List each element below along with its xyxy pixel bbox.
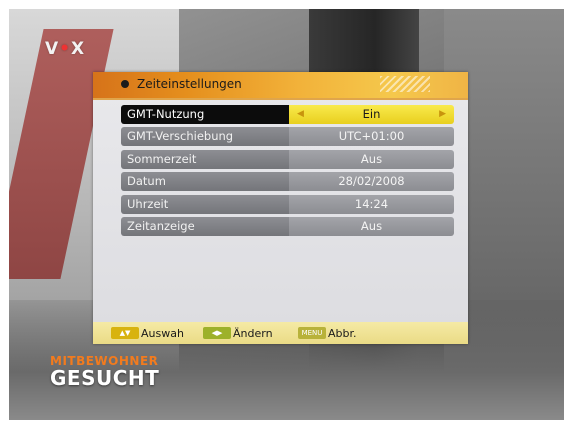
menu-title-bar: Zeiteinstellungen (93, 72, 468, 98)
hint-label: Auswah (141, 326, 184, 340)
setting-row-date[interactable]: Datum 28/02/2008 (121, 172, 454, 192)
setting-value[interactable]: 14:24 (289, 194, 454, 214)
menu-title: Zeiteinstellungen (137, 77, 242, 91)
setting-value[interactable]: UTC+01:00 (289, 127, 454, 147)
left-right-key-icon: ◀▶ (203, 327, 231, 339)
show-logo: MITBEWOHNER GESUCHT (50, 354, 159, 390)
bullet-icon (121, 80, 129, 88)
setting-value[interactable]: Aus (289, 216, 454, 236)
setting-row-time[interactable]: Uhrzeit 14:24 (121, 194, 454, 214)
setting-label: Uhrzeit (121, 194, 289, 214)
show-logo-line2: GESUCHT (50, 366, 160, 390)
setting-row-daylight-saving[interactable]: Sommerzeit Aus (121, 149, 454, 169)
setting-row-gmt-offset[interactable]: GMT-Verschiebung UTC+01:00 (121, 127, 454, 147)
hint-label: Abbr. (328, 326, 357, 340)
time-settings-menu: Zeiteinstellungen GMT-Nutzung ◀ Ein ▶ GM… (93, 72, 468, 344)
setting-value-text: Ein (362, 107, 381, 121)
setting-label: Datum (121, 172, 289, 192)
hint-select: ▲▼ Auswah (111, 326, 184, 340)
setting-label: Zeitanzeige (121, 216, 289, 236)
channel-logo-right: X (71, 39, 86, 59)
title-stripes-decoration (380, 76, 430, 92)
arrow-left-icon[interactable]: ◀ (297, 105, 304, 124)
hint-bar: ▲▼ Auswah ◀▶ Ändern MENU Abbr. (93, 322, 468, 344)
hint-change: ◀▶ Ändern (203, 326, 273, 340)
title-divider (93, 98, 468, 100)
channel-logo-left: V (45, 39, 60, 59)
channel-logo: V•X (45, 39, 85, 59)
hint-label: Ändern (233, 326, 273, 340)
setting-row-time-display[interactable]: Zeitanzeige Aus (121, 216, 454, 236)
setting-value[interactable]: ◀ Ein ▶ (289, 105, 454, 124)
settings-list: GMT-Nutzung ◀ Ein ▶ GMT-Verschiebung UTC… (121, 105, 454, 239)
setting-label: GMT-Nutzung (121, 105, 289, 124)
menu-key-icon: MENU (298, 327, 326, 339)
hint-cancel: MENU Abbr. (298, 326, 357, 340)
setting-value[interactable]: Aus (289, 149, 454, 169)
setting-label: GMT-Verschiebung (121, 127, 289, 147)
up-down-key-icon: ▲▼ (111, 327, 139, 339)
arrow-right-icon[interactable]: ▶ (439, 105, 446, 124)
channel-logo-dot: • (59, 39, 72, 59)
setting-value[interactable]: 28/02/2008 (289, 172, 454, 192)
setting-row-gmt-usage[interactable]: GMT-Nutzung ◀ Ein ▶ (121, 105, 454, 124)
setting-label: Sommerzeit (121, 149, 289, 169)
screen-frame: V•X MITBEWOHNER GESUCHT Zeiteinstellunge… (0, 0, 573, 429)
